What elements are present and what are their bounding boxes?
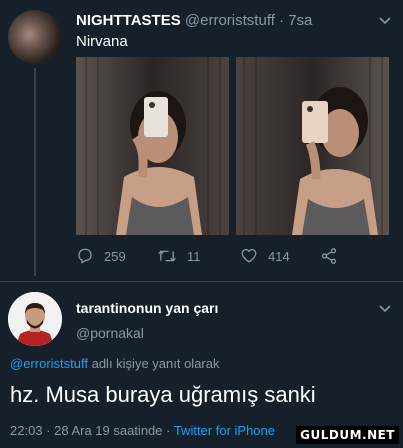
- reply-action[interactable]: 259: [76, 247, 126, 265]
- replying-to-suffix: adlı kişiye yanıt olarak: [87, 356, 220, 371]
- author-avatar[interactable]: [8, 10, 62, 64]
- watermark: GULDUM.NET: [296, 426, 399, 444]
- reply-count: 259: [104, 248, 126, 264]
- chevron-down-icon[interactable]: [379, 300, 391, 316]
- reply-text: hz. Musa buraya uğramış sanki: [10, 382, 316, 407]
- heart-icon: [240, 247, 258, 265]
- reply-meta: 22:03 · 28 Ara 19 saatinde · Twitter for…: [10, 423, 275, 438]
- retweet-action[interactable]: 11: [157, 247, 201, 265]
- chevron-down-icon[interactable]: [379, 12, 391, 28]
- thread-line: [34, 68, 36, 276]
- reply-handle[interactable]: @pornakal: [76, 325, 144, 341]
- replying-to-handle[interactable]: @erroriststuff: [10, 356, 88, 371]
- like-count: 414: [268, 248, 290, 264]
- tweet-text: Nirvana: [76, 33, 128, 50]
- tweet-header: NIGHTTASTES @erroriststuff · 7sa: [76, 12, 312, 29]
- retweet-icon: [157, 247, 177, 265]
- reply-display-name[interactable]: tarantinonun yan çarı: [76, 300, 218, 316]
- tweet-photo-1[interactable]: [76, 57, 229, 235]
- author-handle-time[interactable]: @erroriststuff · 7sa: [185, 12, 313, 29]
- reply-timestamp[interactable]: 22:03 · 28 Ara 19 saatinde ·: [10, 423, 174, 438]
- author-display-name[interactable]: NIGHTTASTES: [76, 12, 181, 29]
- share-icon[interactable]: [320, 247, 338, 265]
- reply-client[interactable]: Twitter for iPhone: [174, 423, 275, 438]
- tweet-photo-2[interactable]: [236, 57, 389, 235]
- like-action[interactable]: 414: [240, 247, 290, 265]
- reply-icon: [76, 247, 94, 265]
- divider: [0, 281, 403, 282]
- retweet-count: 11: [187, 248, 201, 264]
- reply-author-avatar[interactable]: [8, 292, 62, 346]
- replying-to: @erroriststuff adlı kişiye yanıt olarak: [10, 356, 220, 371]
